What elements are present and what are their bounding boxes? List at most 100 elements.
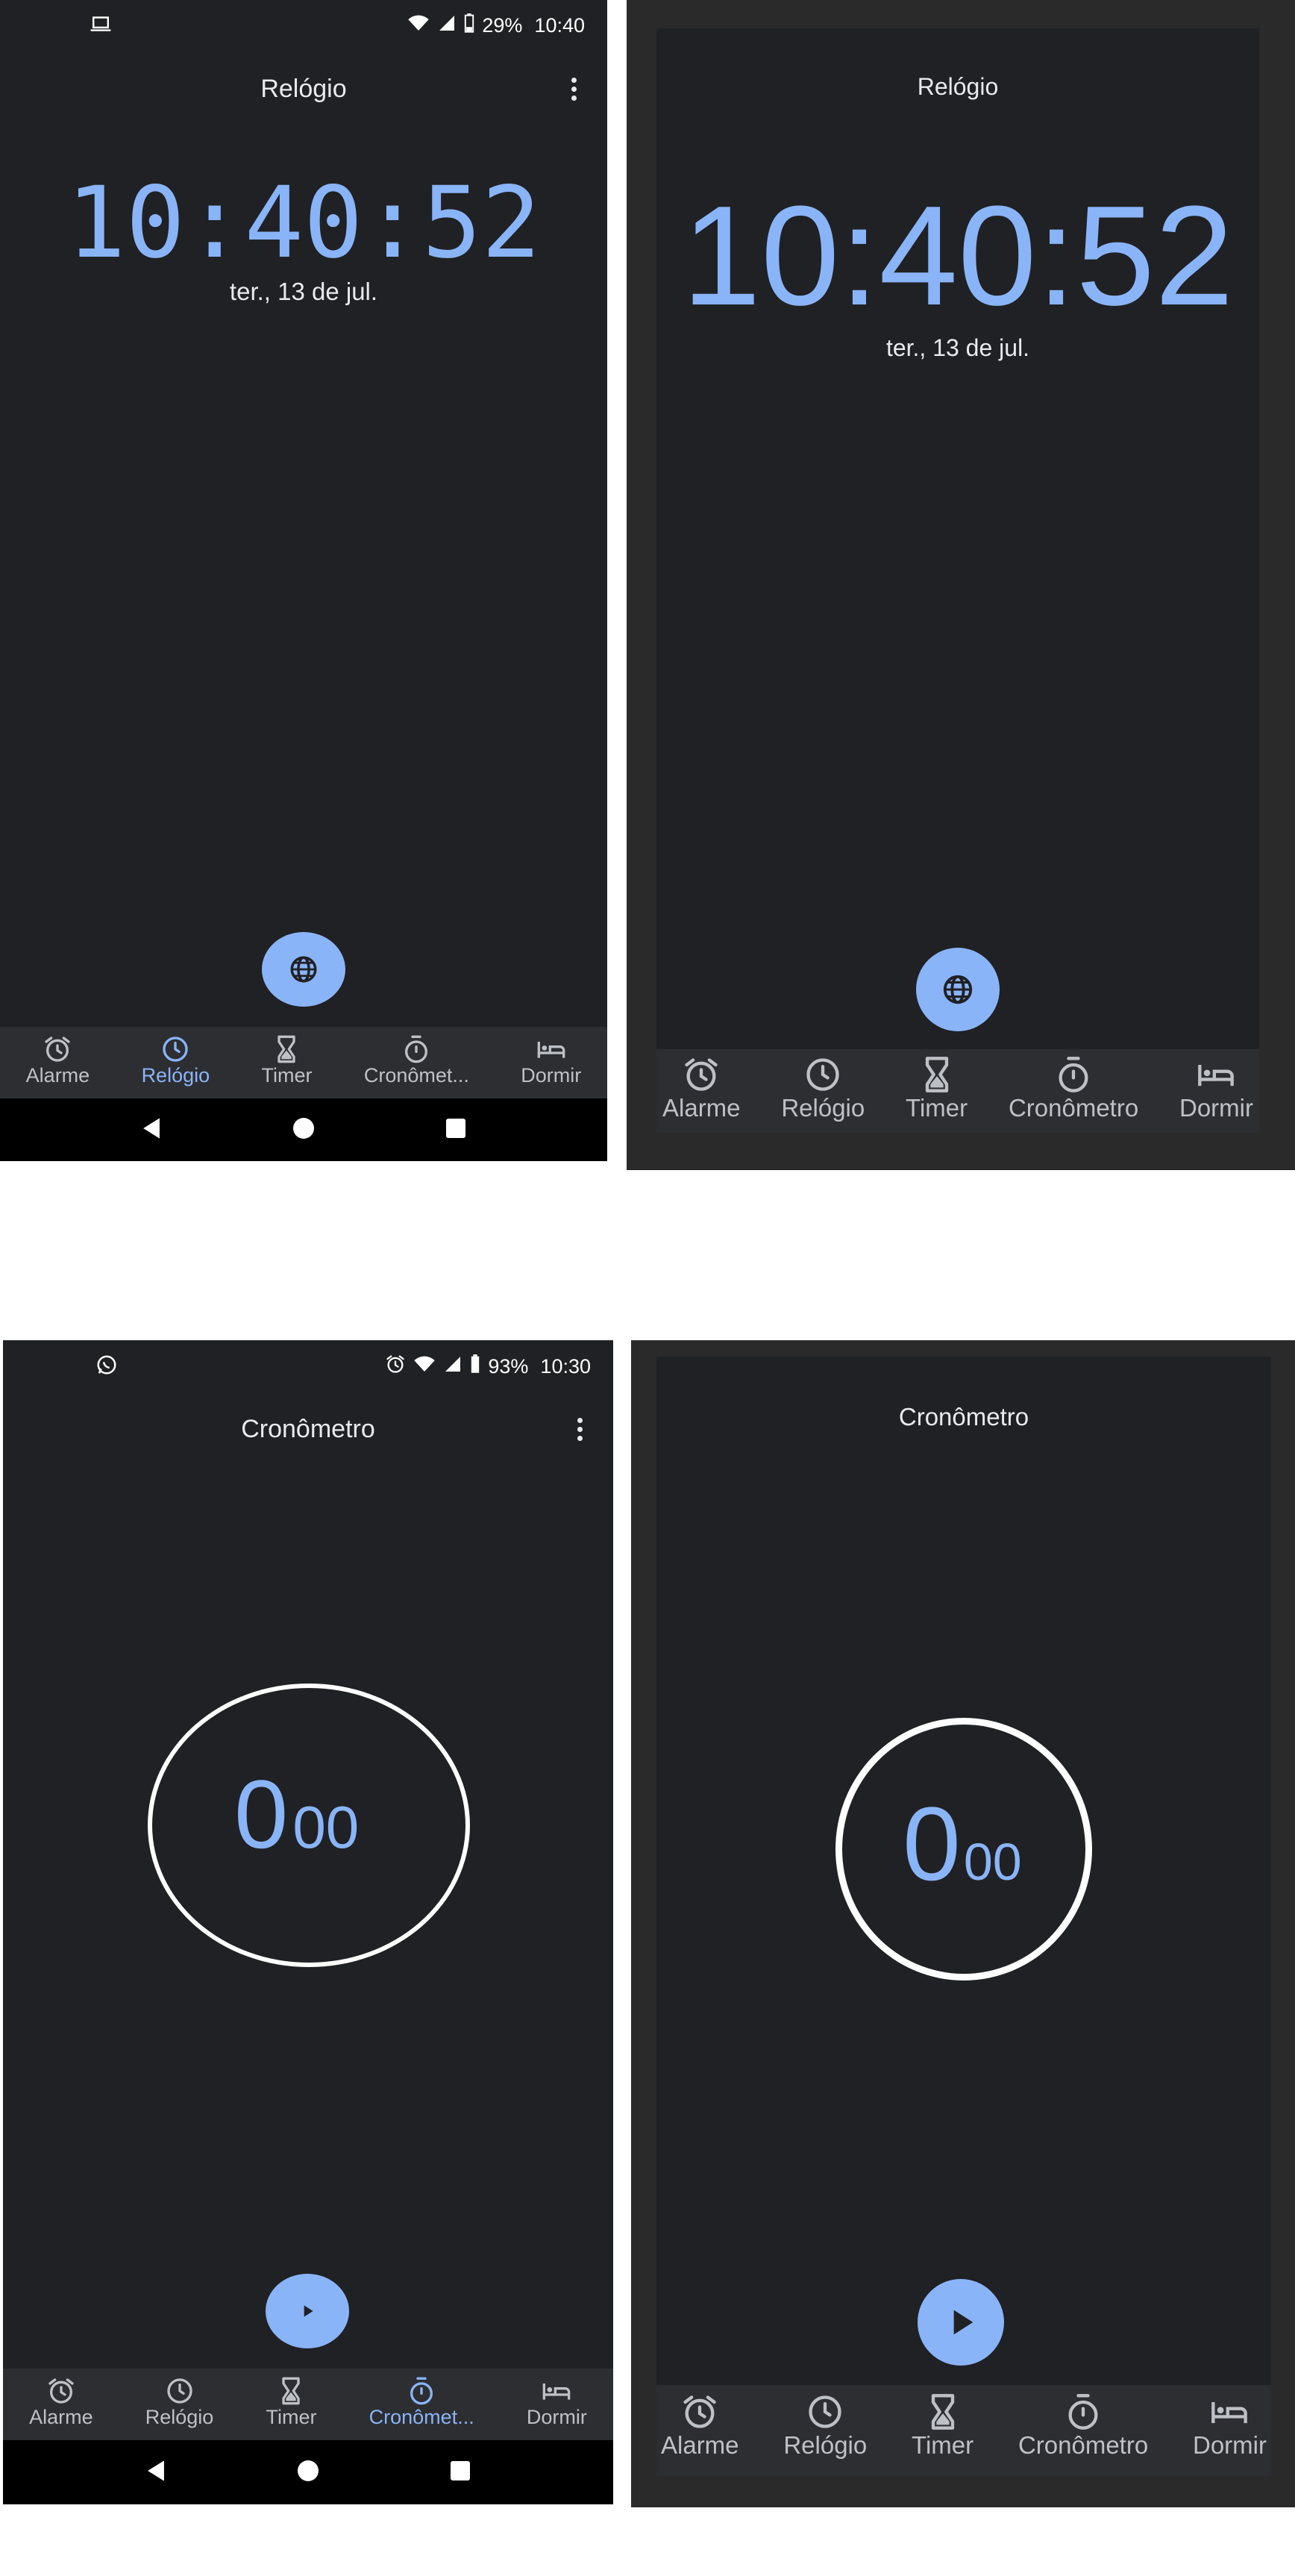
tab-label: Relógio xyxy=(141,1064,210,1087)
tab-label: Alarme xyxy=(662,1094,741,1122)
tab-label: Cronômet... xyxy=(369,2406,474,2428)
tab-label: Cronômet... xyxy=(363,1064,469,1087)
tab-stopwatch[interactable]: Cronômet... xyxy=(364,1034,469,1087)
tab-alarm[interactable]: Alarme xyxy=(26,1034,90,1087)
current-date: ter., 13 de jul. xyxy=(229,278,378,305)
hourglass-icon xyxy=(272,1034,301,1064)
more-options-icon[interactable] xyxy=(577,1418,583,1445)
tab-label: Relógio xyxy=(145,2406,214,2428)
stopwatch-icon xyxy=(407,2376,436,2406)
tab-label: Timer xyxy=(266,2406,317,2428)
stopwatch-phone-panel: 93% 10:30 Cronômetro 000 Alarme Relógio … xyxy=(3,1340,613,2504)
tab-label: Timer xyxy=(906,1094,968,1122)
system-nav-bar xyxy=(3,2440,613,2504)
tab-bedtime[interactable]: Dormir xyxy=(1193,2392,1267,2460)
battery-percent: 93% xyxy=(488,1355,529,1378)
bed-icon xyxy=(540,2376,573,2406)
hourglass-icon xyxy=(276,2376,306,2406)
alarm-clock-icon xyxy=(682,1055,721,1094)
page-title: Cronômetro xyxy=(241,1415,375,1443)
battery-percent: 29% xyxy=(482,14,523,37)
tab-clock[interactable]: Relógio xyxy=(145,2376,214,2429)
tab-label: Timer xyxy=(912,2431,974,2459)
tab-label: Relógio xyxy=(781,1094,865,1122)
hourglass-icon xyxy=(918,1055,956,1094)
status-time: 10:40 xyxy=(534,14,585,37)
stopwatch-icon xyxy=(1064,2392,1103,2431)
stopwatch-hundredths: 00 xyxy=(292,1794,360,1860)
clock-icon xyxy=(806,2392,844,2431)
home-icon[interactable] xyxy=(297,2460,319,2486)
tab-timer[interactable]: Timer xyxy=(261,1034,312,1087)
wifi-icon xyxy=(407,14,430,37)
hourglass-icon xyxy=(924,2392,962,2431)
globe-icon xyxy=(941,972,975,1007)
status-bar: 93% 10:30 xyxy=(3,1340,613,1392)
tab-label: Alarme xyxy=(29,2406,93,2428)
current-date: ter., 13 de jul. xyxy=(885,334,1030,361)
current-time: 10:40:52 xyxy=(682,177,1234,335)
clock-mockup-panel: Relógio 10:40:52 ter., 13 de jul. Alarme… xyxy=(656,28,1259,1133)
bottom-tab-bar: Alarme Relógio Timer Cronômetro Dormir xyxy=(656,1049,1259,1133)
stopwatch-seconds: 0 xyxy=(903,1785,961,1902)
tab-label: Dormir xyxy=(521,1064,582,1087)
bed-icon xyxy=(1194,1055,1238,1094)
back-icon[interactable] xyxy=(141,1117,162,1143)
globe-icon xyxy=(288,954,319,985)
bottom-tab-bar: Alarme Relógio Timer Cronômet... Dormir xyxy=(3,2369,613,2440)
current-time: 10:40:52 xyxy=(66,166,541,281)
tab-timer[interactable]: Timer xyxy=(906,1055,968,1122)
bed-icon xyxy=(1207,2392,1252,2431)
clock-icon xyxy=(160,1034,190,1064)
page-title: Relógio xyxy=(917,73,999,100)
tab-label: Cronômetro xyxy=(1008,1094,1139,1122)
tab-bedtime[interactable]: Dormir xyxy=(527,2376,587,2429)
tab-clock[interactable]: Relógio xyxy=(783,2392,867,2460)
alarm-clock-icon xyxy=(43,1034,72,1064)
bed-icon xyxy=(535,1034,568,1064)
status-time: 10:30 xyxy=(540,1355,591,1378)
tab-stopwatch[interactable]: Cronômetro xyxy=(1009,1055,1138,1122)
stopwatch-display: 000 xyxy=(234,1758,359,1870)
back-icon[interactable] xyxy=(145,2460,166,2486)
tab-alarm[interactable]: Alarme xyxy=(662,1055,741,1122)
tab-label: Cronômetro xyxy=(1018,2431,1149,2459)
stopwatch-icon xyxy=(401,1034,431,1064)
start-button[interactable] xyxy=(266,2274,349,2348)
system-nav-bar xyxy=(0,1098,607,1161)
stopwatch-hundredths: 00 xyxy=(963,1833,1022,1891)
tab-alarm[interactable]: Alarme xyxy=(29,2376,93,2429)
tab-timer[interactable]: Timer xyxy=(912,2392,973,2460)
world-clock-button[interactable] xyxy=(916,948,1000,1031)
more-options-icon[interactable] xyxy=(571,78,577,104)
tab-label: Dormir xyxy=(1192,2431,1267,2459)
tab-bedtime[interactable]: Dormir xyxy=(521,1034,581,1087)
start-button[interactable] xyxy=(918,2279,1004,2366)
play-icon xyxy=(298,2301,317,2321)
stopwatch-icon xyxy=(1054,1055,1093,1094)
tab-clock[interactable]: Relógio xyxy=(142,1034,210,1087)
page-title: Cronômetro xyxy=(898,1403,1029,1431)
recents-icon[interactable] xyxy=(450,2460,471,2485)
world-clock-button[interactable] xyxy=(262,932,345,1007)
tab-timer[interactable]: Timer xyxy=(266,2376,316,2429)
clock-icon xyxy=(803,1055,842,1094)
battery-icon xyxy=(470,1354,480,1379)
signal-icon xyxy=(437,14,457,37)
whatsapp-icon xyxy=(95,1354,118,1381)
tab-clock[interactable]: Relógio xyxy=(781,1055,865,1122)
page-title: Relógio xyxy=(260,75,347,103)
battery-icon xyxy=(464,13,474,38)
tab-alarm[interactable]: Alarme xyxy=(661,2392,739,2460)
tab-stopwatch[interactable]: Cronômet... xyxy=(369,2376,474,2429)
tab-label: Timer xyxy=(261,1064,313,1087)
laptop-icon xyxy=(90,13,112,37)
tab-label: Alarme xyxy=(25,1064,90,1087)
tab-bedtime[interactable]: Dormir xyxy=(1179,1055,1253,1122)
alarm-clock-icon xyxy=(680,2392,719,2431)
tab-stopwatch[interactable]: Cronômetro xyxy=(1018,2392,1148,2460)
bottom-tab-bar: Alarme Relógio Timer Cronômetro Dormir xyxy=(656,2385,1271,2476)
tab-label: Dormir xyxy=(526,2406,587,2428)
recents-icon[interactable] xyxy=(445,1118,466,1142)
home-icon[interactable] xyxy=(292,1117,315,1143)
